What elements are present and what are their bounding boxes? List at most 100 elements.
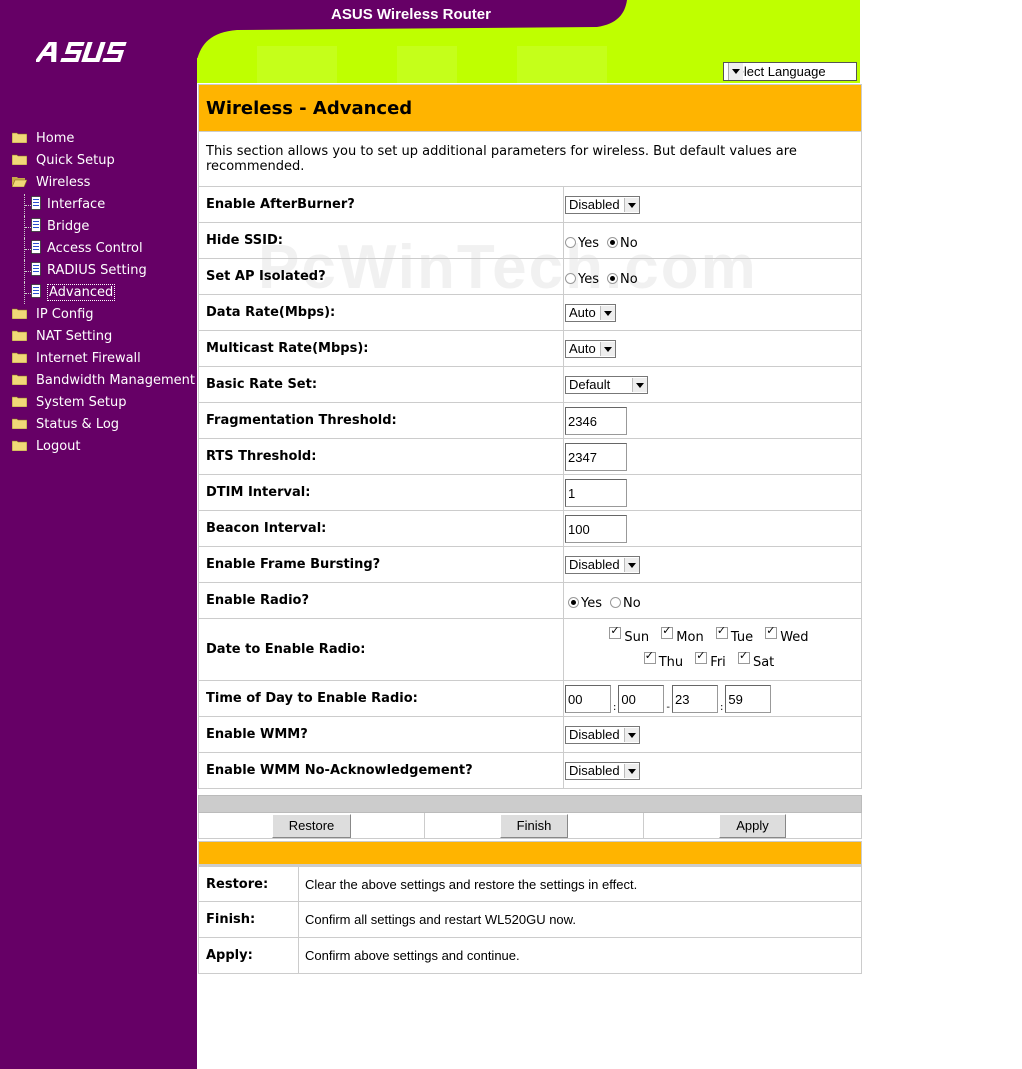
row-frame-bursting: Enable Frame Bursting? Disabled [198, 547, 862, 583]
afterburner-select[interactable]: Disabled [565, 195, 640, 214]
chevron-down-icon [623, 557, 639, 572]
sidebar-item-wireless[interactable]: Wireless [10, 172, 195, 194]
page-title: Wireless - Advanced [198, 84, 862, 132]
enable-radio-no-radio[interactable] [610, 597, 621, 608]
time-radio-label: Time of Day to Enable Radio: [199, 681, 564, 716]
day-fri-label: Fri [710, 654, 726, 670]
row-beacon-interval: Beacon Interval: 100 [198, 511, 862, 547]
hide-ssid-yes-label: Yes [578, 236, 599, 251]
rts-threshold-input[interactable]: 2347 [565, 442, 627, 471]
day-tue-checkbox[interactable] [715, 624, 728, 639]
beacon-interval-label: Beacon Interval: [199, 511, 564, 546]
wmm-select[interactable]: Disabled [565, 725, 640, 744]
row-time-radio: Time of Day to Enable Radio: 00 : 00 - 2… [198, 681, 862, 717]
sidebar-item-label: Logout [36, 439, 81, 454]
chevron-down-icon [632, 377, 647, 392]
sidebar-item-radius-setting[interactable]: RADIUS Setting [10, 260, 195, 282]
asus-logo [36, 42, 127, 62]
end-hour-input[interactable]: 23 [671, 684, 718, 713]
apply-button[interactable]: Apply [719, 813, 786, 838]
beacon-interval-input[interactable]: 100 [565, 514, 627, 543]
restore-button[interactable]: Restore [271, 813, 352, 838]
sidebar-item-label: Interface [47, 197, 106, 212]
sidebar-item-label: Home [36, 131, 75, 146]
day-fri-checkbox[interactable] [695, 649, 708, 664]
sidebar-item-label: Quick Setup [36, 153, 115, 168]
folder-icon [10, 131, 36, 146]
chevron-down-icon [599, 341, 615, 356]
help-header-bar [198, 841, 862, 865]
sidebar-item-ip-config[interactable]: IP Config [10, 304, 195, 326]
chevron-down-icon [599, 305, 615, 320]
start-minute-input[interactable]: 00 [618, 684, 665, 713]
enable-radio-yes-label: Yes [581, 596, 602, 611]
sidebar-item-logout[interactable]: Logout [10, 436, 195, 458]
row-frag-threshold: Fragmentation Threshold: 2346 [198, 403, 862, 439]
chevron-down-icon [623, 727, 639, 742]
sidebar-item-internet-firewall[interactable]: Internet Firewall [10, 348, 195, 370]
sidebar: Home Quick Setup Wireless Interface Bridge Ac… [0, 0, 197, 1069]
sidebar-item-quick-setup[interactable]: Quick Setup [10, 150, 195, 172]
data-rate-select[interactable]: Auto [565, 303, 616, 322]
frame-bursting-value: Disabled [569, 557, 620, 572]
open-folder-icon [10, 175, 36, 190]
ap-isolated-no-radio[interactable] [607, 273, 618, 284]
tree-connector [24, 194, 31, 216]
help-term: Restore: [199, 867, 299, 901]
sidebar-item-nat-setting[interactable]: NAT Setting [10, 326, 195, 348]
sidebar-item-status-and-log[interactable]: Status & Log [10, 414, 195, 436]
help-row: Restore: Clear the above settings and re… [198, 866, 862, 902]
row-date-radio: Date to Enable Radio: Sun Mon Tue Wed Th… [198, 619, 862, 681]
row-rts-threshold: RTS Threshold: 2347 [198, 439, 862, 475]
enable-radio-yes-radio[interactable] [568, 597, 579, 608]
finish-button[interactable]: Finish [499, 813, 569, 838]
dtim-interval-input[interactable]: 1 [565, 478, 627, 507]
day-sun-checkbox[interactable] [609, 624, 622, 639]
row-afterburner: Enable AfterBurner? Disabled [198, 187, 862, 223]
day-wed-checkbox[interactable] [765, 624, 778, 639]
frag-threshold-input[interactable]: 2346 [565, 406, 627, 435]
sidebar-item-system-setup[interactable]: System Setup [10, 392, 195, 414]
end-minute-input[interactable]: 59 [725, 684, 772, 713]
sidebar-item-bandwidth-management[interactable]: Bandwidth Management [10, 370, 195, 392]
sidebar-item-label: IP Config [36, 307, 94, 322]
day-thu-checkbox[interactable] [643, 649, 656, 664]
help-text: Confirm above settings and continue. [305, 948, 520, 963]
sidebar-item-label: Wireless [36, 175, 91, 190]
row-wmm-noack: Enable WMM No-Acknowledgement? Disabled [198, 753, 862, 789]
sidebar-item-label: Advanced [47, 284, 116, 301]
sidebar-item-access-control[interactable]: Access Control [10, 238, 195, 260]
multicast-rate-select[interactable]: Auto [565, 339, 616, 358]
language-select[interactable]: Select Language [723, 62, 857, 81]
day-mon-checkbox[interactable] [661, 624, 674, 639]
sidebar-item-bridge[interactable]: Bridge [10, 216, 195, 238]
range-separator: - [666, 702, 670, 713]
nav-menu: Home Quick Setup Wireless Interface Bridge Ac… [10, 128, 195, 458]
folder-icon [10, 307, 36, 322]
day-wed-label: Wed [780, 629, 809, 645]
day-tue-label: Tue [730, 629, 754, 645]
ap-isolated-yes-radio[interactable] [565, 273, 576, 284]
frame-bursting-label: Enable Frame Bursting? [199, 547, 564, 582]
sidebar-item-home[interactable]: Home [10, 128, 195, 150]
hide-ssid-yes-radio[interactable] [565, 237, 576, 248]
ap-isolated-yes-label: Yes [578, 272, 599, 287]
folder-icon [10, 395, 36, 410]
start-hour-input[interactable]: 00 [565, 684, 611, 713]
help-row: Apply: Confirm above settings and contin… [198, 938, 862, 974]
help-row: Finish: Confirm all settings and restart… [198, 902, 862, 938]
hide-ssid-no-radio[interactable] [607, 237, 618, 248]
folder-icon [10, 329, 36, 344]
row-enable-radio: Enable Radio? Yes No [198, 583, 862, 619]
help-table: Restore: Clear the above settings and re… [198, 865, 862, 974]
page-icon [31, 196, 47, 212]
day-sat-checkbox[interactable] [737, 649, 750, 664]
sidebar-item-advanced[interactable]: Advanced [10, 282, 195, 304]
basic-rate-set-select[interactable]: Default [565, 375, 648, 394]
frame-bursting-select[interactable]: Disabled [565, 555, 640, 574]
wmm-noack-select[interactable]: Disabled [565, 761, 640, 780]
time-separator: : [719, 702, 724, 713]
sidebar-item-interface[interactable]: Interface [10, 194, 195, 216]
folder-icon [10, 439, 36, 454]
wmm-noack-value: Disabled [569, 763, 620, 778]
